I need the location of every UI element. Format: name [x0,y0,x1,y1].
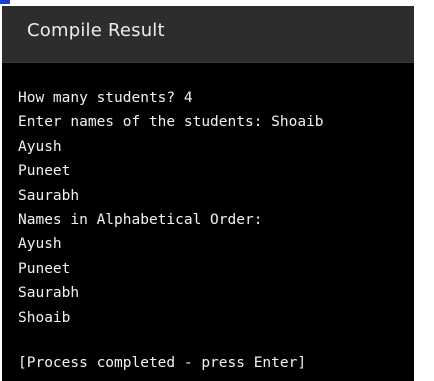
window-title: Compile Result [27,20,165,41]
console-line: Ayush [18,138,62,155]
console-line: Saurabh [18,187,80,204]
console-line: How many students? 4 [18,90,193,106]
console-output[interactable]: How many students? 4 Enter names of the … [18,86,410,375]
console-line: Ayush [18,236,62,253]
compile-result-window: Compile Result How many students? 4 Ente… [2,6,414,381]
screenshot-frame: Compile Result How many students? 4 Ente… [0,0,434,381]
console-line: Enter names of the students: Shoaib [18,114,324,131]
accent-mark [0,0,10,4]
console-line: Shoaib [18,309,71,326]
console-line: Names in Alphabetical Order: [18,211,263,228]
console-line: Puneet [18,163,71,180]
console-line: Puneet [18,260,71,277]
process-status-line: [Process completed - press Enter] [18,354,307,371]
console-line: Saurabh [18,285,80,302]
title-bar: Compile Result [2,6,414,63]
